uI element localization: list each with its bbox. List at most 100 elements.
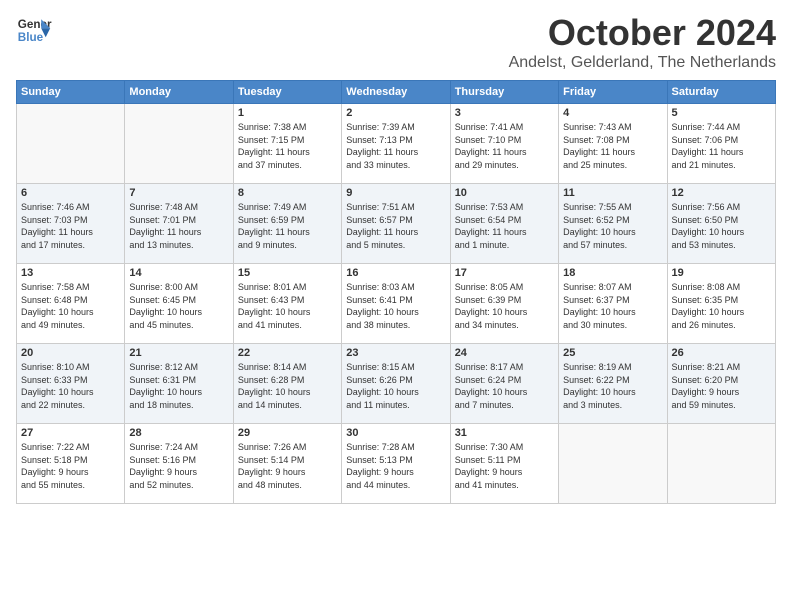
day-info: Sunrise: 8:01 AM Sunset: 6:43 PM Dayligh… bbox=[238, 281, 337, 331]
day-info: Sunrise: 8:14 AM Sunset: 6:28 PM Dayligh… bbox=[238, 361, 337, 411]
day-number: 30 bbox=[346, 427, 445, 439]
location-title: Andelst, Gelderland, The Netherlands bbox=[509, 54, 776, 72]
calendar-cell: 25 Sunrise: 8:19 AM Sunset: 6:22 PM Dayli… bbox=[559, 344, 667, 424]
calendar-cell: 23Sunrise: 8:15 AM Sunset: 6:26 PM Dayli… bbox=[342, 344, 450, 424]
calendar-cell: 12 Sunrise: 7:56 AM Sunset: 6:50 PM Dayli… bbox=[667, 184, 775, 264]
calendar-cell: 10Sunrise: 7:53 AM Sunset: 6:54 PM Dayli… bbox=[450, 184, 558, 264]
calendar-cell: 19 Sunrise: 8:08 AM Sunset: 6:35 PM Dayli… bbox=[667, 264, 775, 344]
day-info: Sunrise: 8:10 AM Sunset: 6:33 PM Dayligh… bbox=[21, 361, 120, 411]
col-sunday: Sunday bbox=[17, 81, 125, 104]
calendar-cell: 15Sunrise: 8:01 AM Sunset: 6:43 PM Dayli… bbox=[233, 264, 341, 344]
day-info: Sunrise: 7:46 AM Sunset: 7:03 PM Dayligh… bbox=[21, 201, 120, 251]
calendar-cell: 28 Sunrise: 7:24 AM Sunset: 5:16 PM Dayli… bbox=[125, 424, 233, 504]
header: General Blue October 2024 Andelst, Gelde… bbox=[16, 12, 776, 72]
calendar-cell: 7Sunrise: 7:48 AM Sunset: 7:01 PM Daylig… bbox=[125, 184, 233, 264]
calendar-cell: 24 Sunrise: 8:17 AM Sunset: 6:24 PM Dayli… bbox=[450, 344, 558, 424]
page: General Blue October 2024 Andelst, Gelde… bbox=[0, 0, 792, 516]
day-number: 20 bbox=[21, 347, 120, 359]
calendar-cell bbox=[125, 104, 233, 184]
day-info: Sunrise: 7:55 AM Sunset: 6:52 PM Dayligh… bbox=[563, 201, 662, 251]
calendar-cell: 11 Sunrise: 7:55 AM Sunset: 6:52 PM Dayli… bbox=[559, 184, 667, 264]
title-area: October 2024 Andelst, Gelderland, The Ne… bbox=[509, 12, 776, 72]
col-tuesday: Tuesday bbox=[233, 81, 341, 104]
calendar-cell: 22 Sunrise: 8:14 AM Sunset: 6:28 PM Dayli… bbox=[233, 344, 341, 424]
day-number: 8 bbox=[238, 187, 337, 199]
calendar-row: 13 Sunrise: 7:58 AM Sunset: 6:48 PM Dayli… bbox=[17, 264, 776, 344]
day-number: 9 bbox=[346, 187, 445, 199]
calendar-cell bbox=[17, 104, 125, 184]
calendar-cell: 21Sunrise: 8:12 AM Sunset: 6:31 PM Dayli… bbox=[125, 344, 233, 424]
calendar-cell: 20 Sunrise: 8:10 AM Sunset: 6:33 PM Dayli… bbox=[17, 344, 125, 424]
day-info: Sunrise: 7:26 AM Sunset: 5:14 PM Dayligh… bbox=[238, 441, 337, 491]
calendar-cell bbox=[667, 424, 775, 504]
header-row: Sunday Monday Tuesday Wednesday Thursday… bbox=[17, 81, 776, 104]
day-number: 5 bbox=[672, 107, 771, 119]
day-number: 16 bbox=[346, 267, 445, 279]
day-info: Sunrise: 8:00 AM Sunset: 6:45 PM Dayligh… bbox=[129, 281, 228, 331]
day-number: 12 bbox=[672, 187, 771, 199]
day-info: Sunrise: 8:17 AM Sunset: 6:24 PM Dayligh… bbox=[455, 361, 554, 411]
day-info: Sunrise: 7:24 AM Sunset: 5:16 PM Dayligh… bbox=[129, 441, 228, 491]
day-info: Sunrise: 7:58 AM Sunset: 6:48 PM Dayligh… bbox=[21, 281, 120, 331]
day-info: Sunrise: 8:19 AM Sunset: 6:22 PM Dayligh… bbox=[563, 361, 662, 411]
day-number: 25 bbox=[563, 347, 662, 359]
day-info: Sunrise: 7:56 AM Sunset: 6:50 PM Dayligh… bbox=[672, 201, 771, 251]
calendar-row: 6Sunrise: 7:46 AM Sunset: 7:03 PM Daylig… bbox=[17, 184, 776, 264]
col-thursday: Thursday bbox=[450, 81, 558, 104]
calendar-cell: 13 Sunrise: 7:58 AM Sunset: 6:48 PM Dayli… bbox=[17, 264, 125, 344]
day-number: 29 bbox=[238, 427, 337, 439]
calendar-cell: 29 Sunrise: 7:26 AM Sunset: 5:14 PM Dayli… bbox=[233, 424, 341, 504]
day-number: 1 bbox=[238, 107, 337, 119]
day-number: 31 bbox=[455, 427, 554, 439]
col-saturday: Saturday bbox=[667, 81, 775, 104]
day-number: 7 bbox=[129, 187, 228, 199]
day-info: Sunrise: 8:21 AM Sunset: 6:20 PM Dayligh… bbox=[672, 361, 771, 411]
day-info: Sunrise: 7:28 AM Sunset: 5:13 PM Dayligh… bbox=[346, 441, 445, 491]
day-info: Sunrise: 8:08 AM Sunset: 6:35 PM Dayligh… bbox=[672, 281, 771, 331]
col-friday: Friday bbox=[559, 81, 667, 104]
calendar-cell: 6Sunrise: 7:46 AM Sunset: 7:03 PM Daylig… bbox=[17, 184, 125, 264]
calendar-cell: 18 Sunrise: 8:07 AM Sunset: 6:37 PM Dayli… bbox=[559, 264, 667, 344]
day-info: Sunrise: 8:05 AM Sunset: 6:39 PM Dayligh… bbox=[455, 281, 554, 331]
day-number: 11 bbox=[563, 187, 662, 199]
day-number: 18 bbox=[563, 267, 662, 279]
day-number: 24 bbox=[455, 347, 554, 359]
calendar-cell: 9 Sunrise: 7:51 AM Sunset: 6:57 PM Daylig… bbox=[342, 184, 450, 264]
logo: General Blue bbox=[16, 12, 52, 48]
day-number: 26 bbox=[672, 347, 771, 359]
day-info: Sunrise: 7:30 AM Sunset: 5:11 PM Dayligh… bbox=[455, 441, 554, 491]
day-number: 17 bbox=[455, 267, 554, 279]
calendar-cell: 3 Sunrise: 7:41 AM Sunset: 7:10 PM Daylig… bbox=[450, 104, 558, 184]
day-number: 27 bbox=[21, 427, 120, 439]
day-info: Sunrise: 8:07 AM Sunset: 6:37 PM Dayligh… bbox=[563, 281, 662, 331]
calendar-cell: 8Sunrise: 7:49 AM Sunset: 6:59 PM Daylig… bbox=[233, 184, 341, 264]
day-number: 3 bbox=[455, 107, 554, 119]
day-info: Sunrise: 8:15 AM Sunset: 6:26 PM Dayligh… bbox=[346, 361, 445, 411]
day-info: Sunrise: 8:03 AM Sunset: 6:41 PM Dayligh… bbox=[346, 281, 445, 331]
calendar-table: Sunday Monday Tuesday Wednesday Thursday… bbox=[16, 80, 776, 504]
calendar-row: 27 Sunrise: 7:22 AM Sunset: 5:18 PM Dayli… bbox=[17, 424, 776, 504]
calendar-cell: 27 Sunrise: 7:22 AM Sunset: 5:18 PM Dayli… bbox=[17, 424, 125, 504]
day-number: 19 bbox=[672, 267, 771, 279]
day-number: 4 bbox=[563, 107, 662, 119]
day-number: 2 bbox=[346, 107, 445, 119]
calendar-cell: 30 Sunrise: 7:28 AM Sunset: 5:13 PM Dayli… bbox=[342, 424, 450, 504]
day-info: Sunrise: 7:22 AM Sunset: 5:18 PM Dayligh… bbox=[21, 441, 120, 491]
day-number: 10 bbox=[455, 187, 554, 199]
day-number: 14 bbox=[129, 267, 228, 279]
day-number: 13 bbox=[21, 267, 120, 279]
day-info: Sunrise: 7:41 AM Sunset: 7:10 PM Dayligh… bbox=[455, 121, 554, 171]
day-number: 22 bbox=[238, 347, 337, 359]
calendar-cell: 5 Sunrise: 7:44 AM Sunset: 7:06 PM Daylig… bbox=[667, 104, 775, 184]
calendar-cell: 14 Sunrise: 8:00 AM Sunset: 6:45 PM Dayli… bbox=[125, 264, 233, 344]
day-info: Sunrise: 7:44 AM Sunset: 7:06 PM Dayligh… bbox=[672, 121, 771, 171]
calendar-row: 20 Sunrise: 8:10 AM Sunset: 6:33 PM Dayli… bbox=[17, 344, 776, 424]
svg-text:Blue: Blue bbox=[18, 31, 44, 44]
day-info: Sunrise: 7:51 AM Sunset: 6:57 PM Dayligh… bbox=[346, 201, 445, 251]
calendar-row: 1Sunrise: 7:38 AM Sunset: 7:15 PM Daylig… bbox=[17, 104, 776, 184]
day-number: 28 bbox=[129, 427, 228, 439]
calendar-cell: 26 Sunrise: 8:21 AM Sunset: 6:20 PM Dayli… bbox=[667, 344, 775, 424]
calendar-cell bbox=[559, 424, 667, 504]
col-monday: Monday bbox=[125, 81, 233, 104]
calendar-cell: 16 Sunrise: 8:03 AM Sunset: 6:41 PM Dayli… bbox=[342, 264, 450, 344]
